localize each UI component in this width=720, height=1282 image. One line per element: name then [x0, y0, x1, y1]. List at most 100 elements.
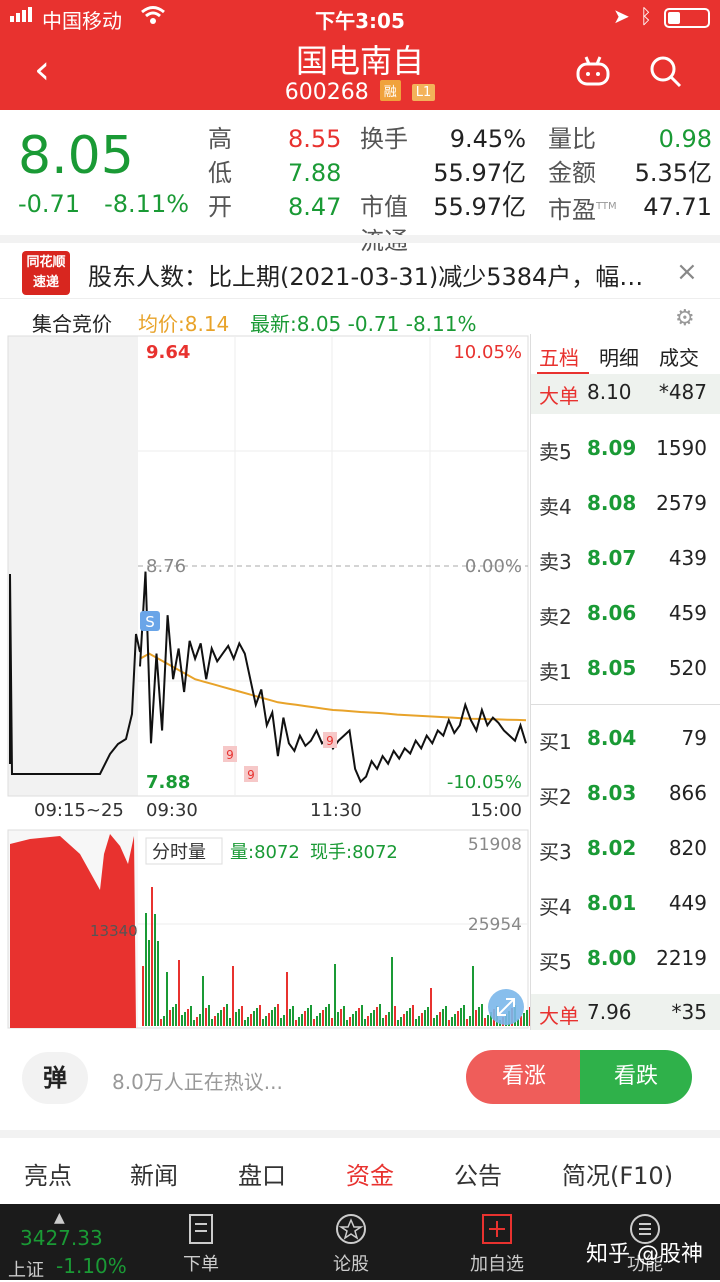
- volume-bar: [361, 1005, 363, 1026]
- index-value[interactable]: 3427.33: [20, 1226, 103, 1250]
- bid-level-qty: 820: [668, 836, 707, 860]
- volume-bar: [469, 1016, 471, 1026]
- bullish-button[interactable]: 看涨: [466, 1050, 582, 1104]
- bid-level[interactable]: 买2 8.03 866: [531, 775, 720, 815]
- tab-five-levels[interactable]: 五档: [539, 342, 579, 371]
- volume-bar: [424, 1010, 426, 1026]
- amount-label: 金额: [548, 159, 596, 187]
- volume-bar: [442, 1009, 444, 1026]
- volume-bar: [460, 1008, 462, 1026]
- volume-bar: [229, 1018, 231, 1026]
- volume-bar: [289, 1009, 291, 1026]
- bid-level[interactable]: 买3 8.02 820: [531, 830, 720, 870]
- ask-level-label: 卖4: [539, 495, 572, 519]
- volume-bar: [166, 972, 168, 1026]
- turnover-label: 换手: [360, 125, 408, 153]
- ask-level-label: 卖3: [539, 550, 572, 574]
- bid-level-label: 买3: [539, 840, 572, 864]
- float-cap-value: 55.97亿: [433, 193, 526, 221]
- auction-price-area: [8, 336, 138, 796]
- tab-trades[interactable]: 成交: [659, 342, 699, 371]
- danmaku-button[interactable]: 弹: [22, 1052, 88, 1104]
- margin-tag: 融: [379, 80, 401, 101]
- bid-level[interactable]: 买1 8.04 79: [531, 720, 720, 760]
- volume-bar: [319, 1013, 321, 1026]
- market-cap-label: 市值: [360, 193, 408, 221]
- volume-bar: [163, 1016, 165, 1026]
- intraday-chart[interactable]: 9.64 10.05% 8.76 0.00% 7.88 -10.05% 09:1…: [0, 334, 531, 1030]
- nav-order[interactable]: 下单: [156, 1212, 246, 1276]
- ask-level[interactable]: 卖1 8.05 520: [531, 650, 720, 690]
- volume-ratio-label: 量比: [548, 125, 596, 153]
- volume-bar: [169, 1010, 171, 1026]
- search-icon[interactable]: [648, 54, 684, 90]
- volume-bar: [463, 1005, 465, 1026]
- tab-details[interactable]: 明细: [599, 342, 639, 371]
- volume-bar: [148, 940, 150, 1026]
- high-value: 8.55: [288, 125, 342, 153]
- volume-bar: [352, 1014, 354, 1026]
- bid-level[interactable]: 买5 8.00 2219: [531, 940, 720, 980]
- bid-level-label: 买1: [539, 730, 572, 754]
- volume-bar: [211, 1019, 213, 1026]
- pe-value: 47.71: [643, 193, 712, 221]
- volume-bar: [385, 1015, 387, 1026]
- nav-discuss[interactable]: 论股: [306, 1212, 396, 1276]
- last-price: 8.05: [18, 126, 134, 186]
- auction-label[interactable]: 集合竞价: [32, 308, 112, 337]
- ask-level[interactable]: 卖4 8.08 2579: [531, 485, 720, 525]
- ask-level[interactable]: 卖3 8.07 439: [531, 540, 720, 580]
- volume-bar: [187, 1009, 189, 1026]
- price-line: [139, 571, 527, 784]
- big-order-label: 大单: [539, 384, 579, 408]
- tab-f10[interactable]: 简况(F10): [562, 1156, 673, 1191]
- index-up-icon: ▲: [54, 1210, 65, 1226]
- volume-bar: [157, 941, 159, 1026]
- volume-bar: [484, 1018, 486, 1026]
- volume-bar: [418, 1016, 420, 1026]
- volume-max-label: 51908: [468, 835, 522, 855]
- big-order-price: 8.10: [587, 380, 632, 404]
- chart-svg: 9.64 10.05% 8.76 0.00% 7.88 -10.05% 09:1…: [7, 335, 531, 1029]
- news-text[interactable]: 股东人数：比上期(2021-03-31)减少5384户，幅…: [88, 257, 643, 292]
- ask-level-price: 8.06: [587, 601, 637, 625]
- volume-bar: [436, 1015, 438, 1026]
- volume-bar: [340, 1009, 342, 1026]
- volume-hand: 现手:8072: [310, 842, 398, 863]
- volume-bar: [391, 957, 393, 1026]
- bottom-price-label: 7.88: [146, 772, 190, 793]
- volume-bar: [379, 1004, 381, 1026]
- volume-bar: [430, 988, 432, 1026]
- volume-bar: [220, 1010, 222, 1026]
- bid-level[interactable]: 买4 8.01 449: [531, 885, 720, 925]
- ask-level-label: 卖5: [539, 440, 572, 464]
- volume-bar: [466, 1019, 468, 1026]
- ask-level[interactable]: 卖5 8.09 1590: [531, 430, 720, 470]
- add-icon: [482, 1214, 512, 1244]
- volume-bar: [526, 1010, 528, 1026]
- news-ticker[interactable]: 同花顺 速递 股东人数：比上期(2021-03-31)减少5384户，幅… ×: [0, 235, 720, 299]
- nav-add-watchlist[interactable]: 加自选: [452, 1212, 542, 1276]
- volume-bar: [181, 1015, 183, 1026]
- tab-funds[interactable]: 资金: [346, 1156, 394, 1191]
- discussion-count[interactable]: 8.0万人正在热议...: [112, 1066, 283, 1095]
- quote-panel: 8.05 -0.71 -8.11% 高 8.55 低 7.88 开 8.47 换手 9.4…: [0, 110, 720, 255]
- tab-news[interactable]: 新闻: [130, 1156, 178, 1191]
- bid-level-price: 8.01: [587, 891, 637, 915]
- status-bar: 中国移动 下午3:05 ➤ ᛒ: [0, 0, 720, 34]
- volume-bar: [403, 1014, 405, 1026]
- ask-level[interactable]: 卖2 8.06 459: [531, 595, 720, 635]
- turnover-value: 9.45%: [449, 125, 526, 153]
- tab-highlights[interactable]: 亮点: [24, 1156, 72, 1191]
- robot-icon[interactable]: [574, 54, 612, 88]
- level-tag: L1: [411, 84, 436, 101]
- volume-bar: [223, 1007, 225, 1026]
- volume-bar: [481, 1004, 483, 1026]
- tab-handicap[interactable]: 盘口: [238, 1156, 286, 1191]
- big-order-top: 大单 8.10 *487: [531, 374, 720, 414]
- close-icon[interactable]: ×: [676, 257, 698, 287]
- tab-announcements[interactable]: 公告: [454, 1156, 502, 1191]
- settings-gear-icon[interactable]: ⚙: [675, 306, 695, 331]
- bearish-button[interactable]: 看跌: [580, 1050, 692, 1104]
- volume-bar: [286, 972, 288, 1026]
